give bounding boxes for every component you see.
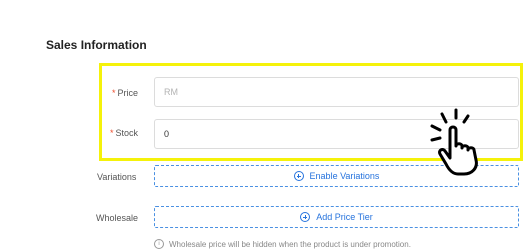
stock-label: * Stock — [110, 128, 138, 138]
price-label: * Price — [112, 88, 138, 98]
price-placeholder: RM — [164, 87, 178, 97]
stock-label-text: Stock — [115, 128, 139, 138]
add-price-tier-label: Add Price Tier — [316, 212, 373, 222]
wholesale-note-text: Wholesale price will be hidden when the … — [169, 239, 411, 249]
plus-circle-icon — [300, 212, 311, 222]
tap-hand-icon — [430, 108, 478, 176]
enable-variations-label: Enable Variations — [309, 171, 380, 181]
add-price-tier-button[interactable]: Add Price Tier — [154, 206, 519, 228]
info-icon: i — [154, 239, 164, 249]
stock-value: 0 — [164, 129, 170, 139]
sales-information-title: Sales Information — [46, 38, 147, 52]
price-label-text: Price — [117, 88, 139, 98]
plus-circle-icon — [293, 171, 304, 181]
required-mark: * — [112, 88, 116, 98]
wholesale-label: Wholesale — [96, 213, 139, 223]
required-mark: * — [110, 128, 114, 138]
variations-label: Variations — [97, 172, 137, 182]
wholesale-note: i Wholesale price will be hidden when th… — [154, 239, 411, 249]
price-input[interactable]: RM — [154, 77, 519, 107]
